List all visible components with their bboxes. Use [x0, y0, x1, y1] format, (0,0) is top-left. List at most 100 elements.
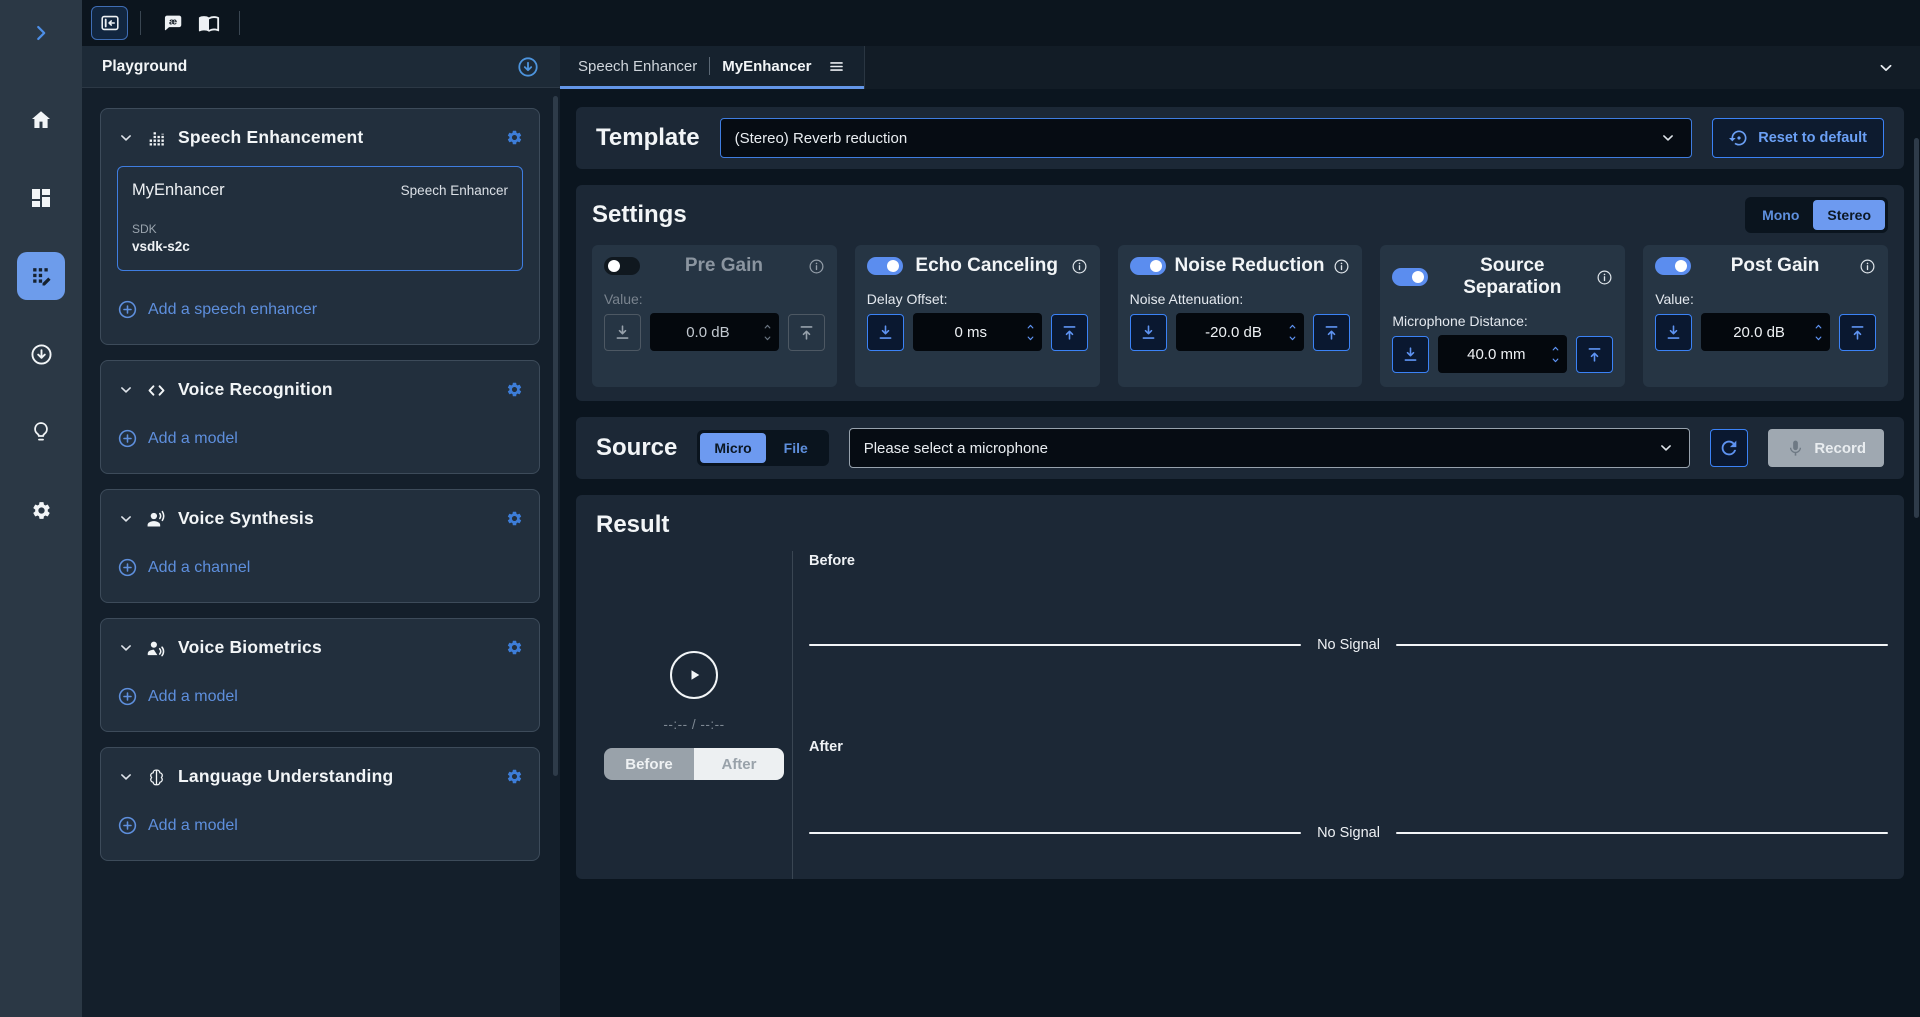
template-select[interactable]: (Stereo) Reverb reduction: [720, 118, 1693, 158]
export-playground-button[interactable]: [516, 55, 540, 79]
step-up-icon[interactable]: [1811, 321, 1826, 332]
nav-dashboard[interactable]: [17, 174, 65, 222]
record-button[interactable]: Record: [1768, 429, 1884, 467]
set-min-button[interactable]: [1392, 336, 1429, 373]
nav-tips[interactable]: [17, 408, 65, 456]
rail-nav: [17, 96, 65, 534]
code-icon: [146, 380, 167, 400]
after-waveform-label: After: [809, 737, 1888, 755]
set-min-button[interactable]: [604, 314, 641, 351]
nav-home[interactable]: [17, 96, 65, 144]
nav-downloads[interactable]: [17, 330, 65, 378]
step-up-icon[interactable]: [1023, 321, 1038, 332]
source-file-button[interactable]: File: [766, 433, 826, 463]
info-icon[interactable]: [1333, 258, 1350, 275]
post-gain-input[interactable]: 20.0 dB: [1701, 313, 1830, 351]
arrow-up-to-line-icon: [1848, 323, 1867, 342]
mode-mono-button[interactable]: Mono: [1748, 200, 1813, 230]
plus-circle-icon: [117, 428, 138, 449]
set-max-button[interactable]: [1576, 336, 1613, 373]
add-model-button[interactable]: Add a model: [117, 686, 238, 707]
refresh-devices-button[interactable]: [1710, 429, 1748, 467]
source-separation-toggle[interactable]: [1392, 268, 1428, 286]
nav-settings[interactable]: [17, 486, 65, 534]
noise-attenuation-input[interactable]: -20.0 dB: [1176, 313, 1305, 351]
step-down-icon[interactable]: [1023, 333, 1038, 344]
set-min-button[interactable]: [867, 314, 904, 351]
source-label: Source: [596, 434, 677, 462]
gear-icon: [31, 500, 52, 521]
add-label: Add a model: [148, 430, 238, 448]
documentation-button[interactable]: [190, 6, 227, 40]
tab-menu-button[interactable]: [827, 57, 846, 75]
section-settings-button[interactable]: [506, 768, 523, 785]
play-button[interactable]: [670, 651, 718, 699]
tab-bar: Speech Enhancer MyEnhancer: [560, 46, 1920, 89]
noise-reduction-toggle[interactable]: [1130, 257, 1166, 275]
dashboard-icon: [29, 186, 53, 210]
collapse-section-button[interactable]: [117, 381, 135, 399]
step-down-icon[interactable]: [1285, 333, 1300, 344]
step-up-icon[interactable]: [760, 321, 775, 332]
expand-rail-button[interactable]: [30, 20, 52, 46]
pre-gain-input[interactable]: 0.0 dB: [650, 313, 779, 351]
info-icon[interactable]: [1596, 269, 1613, 286]
source-micro-button[interactable]: Micro: [700, 433, 765, 463]
mode-stereo-button[interactable]: Stereo: [1813, 200, 1885, 230]
set-max-button[interactable]: [1313, 314, 1350, 351]
panel-scrollbar[interactable]: [553, 96, 558, 776]
effect-value: 20.0 dB: [1707, 324, 1811, 341]
add-model-button[interactable]: Add a model: [117, 815, 238, 836]
nav-playground[interactable]: [17, 252, 65, 300]
set-min-button[interactable]: [1655, 314, 1692, 351]
microphone-distance-input[interactable]: 40.0 mm: [1438, 335, 1567, 373]
set-max-button[interactable]: [1051, 314, 1088, 351]
enhancer-card[interactable]: MyEnhancer Speech Enhancer SDK vsdk-s2c: [117, 166, 523, 271]
set-max-button[interactable]: [1839, 314, 1876, 351]
post-gain-toggle[interactable]: [1655, 257, 1691, 275]
main-scrollbar[interactable]: [1914, 138, 1919, 518]
section-settings-button[interactable]: [506, 381, 523, 398]
info-icon[interactable]: [1859, 258, 1876, 275]
gear-icon: [506, 639, 523, 656]
section-settings-button[interactable]: [506, 510, 523, 527]
tab-myenhancer[interactable]: Speech Enhancer MyEnhancer: [560, 46, 864, 89]
reset-to-default-button[interactable]: Reset to default: [1712, 118, 1884, 158]
step-down-icon[interactable]: [1548, 355, 1563, 366]
microphone-select[interactable]: Please select a microphone: [849, 428, 1691, 468]
add-speech-enhancer-button[interactable]: Add a speech enhancer: [117, 299, 317, 320]
phonetics-button[interactable]: [153, 6, 190, 40]
collapse-section-button[interactable]: [117, 510, 135, 528]
view-before-button[interactable]: Before: [604, 748, 694, 780]
arrow-down-to-line-icon: [1401, 345, 1420, 364]
section-settings-button[interactable]: [506, 639, 523, 656]
section-settings-button[interactable]: [506, 129, 523, 146]
collapse-section-button[interactable]: [117, 639, 135, 657]
add-model-button[interactable]: Add a model: [117, 428, 238, 449]
set-max-button[interactable]: [788, 314, 825, 351]
card-noise-reduction: Noise Reduction Noise Attenuation: -20.0…: [1118, 245, 1363, 387]
voice-biometrics-icon: [146, 638, 167, 658]
view-after-button[interactable]: After: [694, 748, 784, 780]
step-up-icon[interactable]: [1548, 343, 1563, 354]
plus-circle-icon: [117, 299, 138, 320]
equalizer-icon: [146, 128, 167, 148]
collapse-section-button[interactable]: [117, 129, 135, 147]
step-down-icon[interactable]: [1811, 333, 1826, 344]
tab-list-button[interactable]: [1876, 46, 1896, 89]
echo-canceling-toggle[interactable]: [867, 257, 903, 275]
info-icon[interactable]: [808, 258, 825, 275]
info-icon[interactable]: [1071, 258, 1088, 275]
tabbar-divider: [864, 46, 865, 89]
delay-offset-input[interactable]: 0 ms: [913, 313, 1042, 351]
add-channel-button[interactable]: Add a channel: [117, 557, 250, 578]
toggle-side-panel-button[interactable]: [91, 6, 128, 40]
plus-circle-icon: [117, 557, 138, 578]
step-up-icon[interactable]: [1285, 321, 1300, 332]
collapse-section-button[interactable]: [117, 768, 135, 786]
arrow-up-to-line-icon: [1322, 323, 1341, 342]
set-min-button[interactable]: [1130, 314, 1167, 351]
pre-gain-toggle[interactable]: [604, 257, 640, 275]
brain-icon: [146, 767, 167, 787]
step-down-icon[interactable]: [760, 333, 775, 344]
